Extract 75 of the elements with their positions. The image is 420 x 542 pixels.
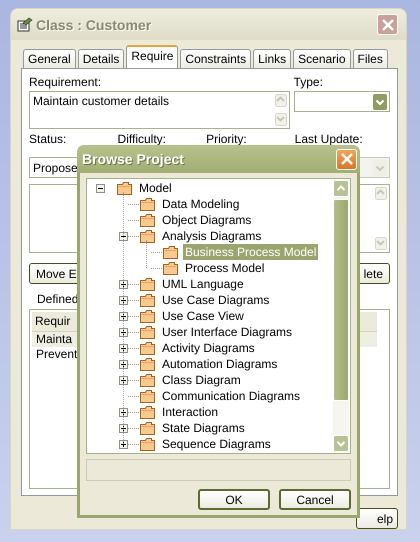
close-icon: [340, 152, 354, 166]
collapse-icon[interactable]: [119, 232, 128, 240]
tab[interactable]: Details: [78, 49, 124, 68]
folder-icon: [140, 342, 155, 354]
tree-item[interactable]: Model: [137, 180, 174, 196]
folder-icon: [140, 374, 155, 386]
field-value: Maintain customer details: [33, 94, 170, 110]
folder-icon: [140, 310, 155, 322]
tree-item[interactable]: Use Case Diagrams: [160, 292, 272, 308]
folder-icon: [117, 182, 132, 194]
folder-icon: [140, 438, 155, 450]
cancel-button[interactable]: Cancel: [279, 489, 351, 510]
tree-item[interactable]: Sequence Diagrams: [160, 436, 273, 452]
field-label: Last Update:: [294, 132, 364, 146]
expand-icon[interactable]: [119, 408, 128, 416]
tab[interactable]: General: [23, 49, 76, 68]
scrollbar[interactable]: [333, 180, 349, 452]
folder-icon: [140, 422, 155, 434]
tree-item[interactable]: Automation Diagrams: [160, 356, 280, 372]
folder-icon: [140, 406, 155, 418]
folder-icon: [163, 262, 178, 274]
expand-icon[interactable]: [119, 344, 128, 352]
tree-item[interactable]: Interaction: [160, 404, 220, 420]
tab[interactable]: Constraints: [180, 49, 252, 68]
help-button[interactable]: elp: [356, 508, 398, 529]
field-label: Difficulty:: [118, 132, 168, 146]
tree-item[interactable]: Activity Diagrams: [160, 340, 257, 356]
folder-icon: [140, 278, 155, 290]
collapse-icon[interactable]: [96, 184, 105, 192]
expand-icon[interactable]: [119, 424, 128, 432]
tree-item[interactable]: UML Language: [160, 276, 246, 292]
folder-icon: [163, 246, 178, 258]
folder-icon: [140, 326, 155, 338]
tree-item[interactable]: Data Modeling: [160, 196, 242, 212]
type-dropdown[interactable]: [294, 91, 390, 112]
expand-icon[interactable]: [119, 360, 128, 368]
class-icon: [17, 16, 33, 33]
expand-icon[interactable]: [119, 296, 128, 304]
tree-item[interactable]: State Diagrams: [160, 420, 247, 436]
field-label: Requirement:: [29, 75, 102, 90]
window-title: Class : Customer: [36, 16, 152, 33]
section-label: Defined: [37, 292, 78, 306]
expand-icon[interactable]: [119, 440, 128, 448]
folder-icon: [140, 198, 155, 210]
tab[interactable]: Require: [126, 45, 178, 68]
tab[interactable]: Links: [253, 49, 292, 68]
close-icon: [380, 18, 394, 32]
tab[interactable]: Files: [352, 49, 388, 68]
scroll-down-icon: [375, 237, 387, 250]
folder-icon: [140, 390, 155, 402]
tree-item[interactable]: Process Model: [183, 260, 266, 276]
expand-icon[interactable]: [119, 312, 128, 320]
ok-button[interactable]: OK: [198, 489, 270, 510]
field-label: Status:: [29, 132, 68, 146]
tree-item[interactable]: Analysis Diagrams: [160, 228, 264, 244]
scroll-up-icon: [274, 94, 287, 108]
tree-item[interactable]: Class Diagram: [160, 372, 243, 388]
folder-icon: [140, 230, 155, 242]
expand-icon[interactable]: [119, 376, 128, 384]
tree-item[interactable]: Object Diagrams: [160, 212, 254, 228]
field-value: Propose: [33, 160, 79, 175]
folder-icon: [140, 294, 155, 306]
field-label: Type:: [294, 75, 324, 90]
expand-icon[interactable]: [119, 328, 128, 336]
folder-icon: [140, 358, 155, 370]
expand-icon[interactable]: [119, 280, 128, 288]
field-label: Priority:: [206, 132, 248, 146]
scroll-up-icon: [375, 187, 387, 200]
scroll-thumb[interactable]: [333, 199, 349, 401]
requirement-field[interactable]: Maintain customer details: [29, 91, 290, 130]
tree-item[interactable]: Communication Diagrams: [160, 388, 302, 404]
tab[interactable]: Scenario: [293, 49, 351, 68]
close-button[interactable]: [336, 148, 357, 170]
folder-icon: [140, 214, 155, 226]
scroll-down-icon: [274, 113, 287, 126]
